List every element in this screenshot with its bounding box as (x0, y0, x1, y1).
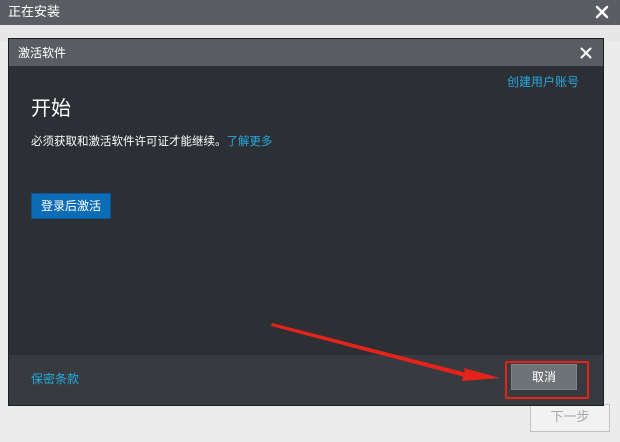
highlight-box (505, 361, 589, 399)
dialog-content: 创建用户账号 开始 必须获取和激活软件许可证才能继续。了解更多 登录后激活 (9, 66, 603, 356)
installer-title-bar: 正在安装 (0, 0, 620, 25)
dialog-close-icon[interactable] (578, 45, 594, 61)
dialog-description: 必须获取和激活软件许可证才能继续。了解更多 (31, 134, 273, 148)
installer-title: 正在安装 (8, 5, 61, 20)
dialog-title-bar: 激活软件 (9, 39, 603, 66)
create-account-link[interactable]: 创建用户账号 (507, 75, 579, 89)
close-icon[interactable] (592, 2, 612, 22)
learn-more-link[interactable]: 了解更多 (227, 134, 273, 148)
dialog-heading: 开始 (31, 96, 71, 120)
description-text: 必须获取和激活软件许可证才能继续。 (31, 134, 227, 148)
next-button[interactable]: 下一步 (530, 404, 610, 432)
signin-activate-button[interactable]: 登录后激活 (31, 193, 111, 219)
dialog-title: 激活软件 (18, 46, 67, 60)
privacy-link[interactable]: 保密条款 (31, 372, 79, 386)
activation-dialog: 激活软件 创建用户账号 开始 必须获取和激活软件许可证才能继续。了解更多 登录后… (8, 38, 604, 406)
